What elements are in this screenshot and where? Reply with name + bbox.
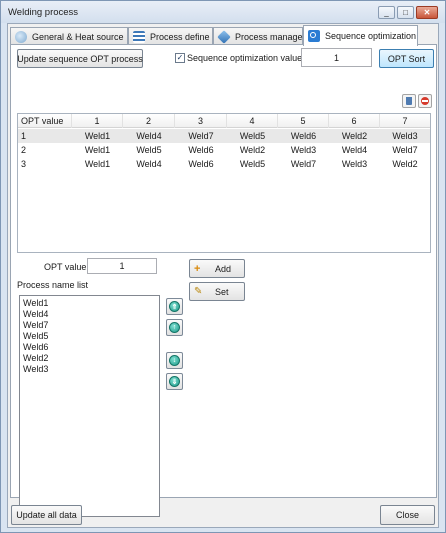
- seq-opt-value-input[interactable]: 1: [301, 48, 372, 67]
- sequence-table[interactable]: OPT value 1 2 3 4 5 6 7 1 Weld1 Weld4 We…: [17, 113, 431, 253]
- list-item[interactable]: Weld6: [23, 342, 156, 353]
- sequence-optimization-panel: Update sequence OPT process ✓ Sequence o…: [10, 44, 437, 517]
- dialog-client-area: General & Heat source Process define Pro…: [7, 23, 439, 528]
- trash-icon: [406, 97, 412, 105]
- tab-strip: General & Heat source Process define Pro…: [8, 25, 438, 46]
- close-icon: ✕: [423, 8, 431, 17]
- table-cell: Weld3: [290, 145, 317, 155]
- table-cell: Weld2: [392, 159, 418, 169]
- arrow-up-icon: ↑: [169, 322, 180, 333]
- column-header[interactable]: OPT value: [18, 114, 72, 128]
- list-item[interactable]: Weld2: [23, 353, 156, 364]
- column-header[interactable]: 1: [72, 114, 123, 128]
- table-row[interactable]: 2 Weld1 Weld5 Weld6 Weld2 Weld3 Weld4 We…: [18, 143, 430, 157]
- opt-value-input[interactable]: 1: [87, 258, 157, 274]
- list-item[interactable]: Weld7: [23, 320, 156, 331]
- process-define-icon: [133, 30, 145, 43]
- table-row[interactable]: 3 Weld1 Weld4 Weld6 Weld5 Weld7 Weld3 We…: [18, 157, 430, 171]
- window-close-button[interactable]: ✕: [416, 6, 438, 19]
- table-cell: Weld7: [188, 131, 214, 141]
- minus-icon: [421, 97, 429, 105]
- table-cell: Weld5: [239, 159, 266, 169]
- table-cell: Weld2: [341, 131, 368, 141]
- list-item[interactable]: Weld5: [23, 331, 156, 342]
- table-cell: Weld6: [290, 131, 317, 141]
- column-header[interactable]: 3: [175, 114, 227, 128]
- window-title: Welding process: [8, 7, 79, 18]
- delete-button[interactable]: [402, 94, 416, 108]
- close-button[interactable]: Close: [380, 505, 435, 525]
- table-cell: Weld1: [84, 131, 111, 141]
- table-cell: 3: [21, 159, 27, 169]
- process-name-list-label: Process name list: [17, 280, 89, 290]
- update-sequence-opt-button[interactable]: Update sequence OPT process: [17, 49, 143, 68]
- table-cell: Weld3: [392, 131, 418, 141]
- edit-icon: ✎: [194, 286, 203, 297]
- set-label: Set: [215, 286, 229, 297]
- search-icon: [308, 30, 320, 42]
- column-header[interactable]: 5: [278, 114, 329, 128]
- tab-process-define[interactable]: Process define: [128, 27, 213, 45]
- list-item[interactable]: Weld3: [23, 364, 156, 375]
- table-cell: Weld1: [84, 145, 111, 155]
- move-down-button[interactable]: ↓: [166, 352, 183, 369]
- title-bar[interactable]: Welding process _ □ ✕: [1, 1, 445, 23]
- tab-sequence-optimization[interactable]: Sequence optimization: [303, 25, 418, 46]
- move-up-button[interactable]: ↑: [166, 319, 183, 336]
- table-cell: Weld5: [136, 145, 162, 155]
- table-cell: Weld5: [239, 131, 266, 141]
- update-all-data-button[interactable]: Update all data: [11, 505, 82, 525]
- plus-icon: +: [194, 262, 201, 275]
- table-cell: Weld6: [188, 145, 214, 155]
- column-header[interactable]: 6: [329, 114, 380, 128]
- add-button[interactable]: + Add: [189, 259, 245, 278]
- set-button[interactable]: ✎ Set: [189, 282, 245, 301]
- remove-button[interactable]: [418, 94, 432, 108]
- tab-general-heat-source[interactable]: General & Heat source: [10, 27, 128, 45]
- minimize-icon: _: [384, 8, 389, 17]
- table-cell: 2: [21, 145, 27, 155]
- table-row[interactable]: 1 Weld1 Weld4 Weld7 Weld5 Weld6 Weld2 We…: [18, 129, 430, 143]
- table-cell: 1: [21, 131, 27, 141]
- move-top-button[interactable]: ⇑: [166, 298, 183, 315]
- opt-sort-button[interactable]: OPT Sort: [379, 49, 434, 68]
- table-cell: Weld7: [290, 159, 317, 169]
- move-bottom-icon: ⇓: [169, 376, 180, 387]
- tab-label: Sequence optimization: [325, 31, 417, 41]
- tab-label: Process manager: [235, 31, 306, 42]
- add-label: Add: [215, 263, 232, 274]
- tab-process-manager[interactable]: Process manager: [213, 27, 306, 45]
- move-top-icon: ⇑: [169, 301, 180, 312]
- list-item[interactable]: Weld4: [23, 309, 156, 320]
- column-header[interactable]: 2: [123, 114, 175, 128]
- table-cell: Weld1: [84, 159, 111, 169]
- maximize-button[interactable]: □: [397, 6, 414, 19]
- column-header[interactable]: 7: [380, 114, 430, 128]
- layers-icon: [217, 29, 231, 44]
- seq-opt-label: Sequence optimization value: [187, 53, 303, 63]
- tab-label: Process define: [150, 31, 210, 42]
- seq-opt-checkbox[interactable]: ✓: [175, 53, 185, 63]
- table-cell: Weld3: [341, 159, 368, 169]
- heat-source-icon: [15, 30, 27, 43]
- opt-value-label: OPT value: [44, 262, 87, 272]
- table-cell: Weld4: [136, 131, 162, 141]
- maximize-icon: □: [403, 8, 408, 17]
- tab-label: General & Heat source: [32, 31, 124, 42]
- table-cell: Weld4: [341, 145, 368, 155]
- move-bottom-button[interactable]: ⇓: [166, 373, 183, 390]
- table-header: OPT value 1 2 3 4 5 6 7: [18, 114, 430, 128]
- table-cell: Weld4: [136, 159, 162, 169]
- minimize-button[interactable]: _: [378, 6, 395, 19]
- process-name-list[interactable]: Weld1 Weld4 Weld7 Weld5 Weld6 Weld2 Weld…: [19, 295, 160, 517]
- list-item[interactable]: Weld1: [23, 298, 156, 309]
- table-cell: Weld7: [392, 145, 418, 155]
- table-cell: Weld2: [239, 145, 266, 155]
- table-cell: Weld6: [188, 159, 214, 169]
- welding-process-window: Welding process _ □ ✕ General & Heat sou…: [0, 0, 446, 533]
- column-header[interactable]: 4: [227, 114, 278, 128]
- arrow-down-icon: ↓: [169, 355, 180, 366]
